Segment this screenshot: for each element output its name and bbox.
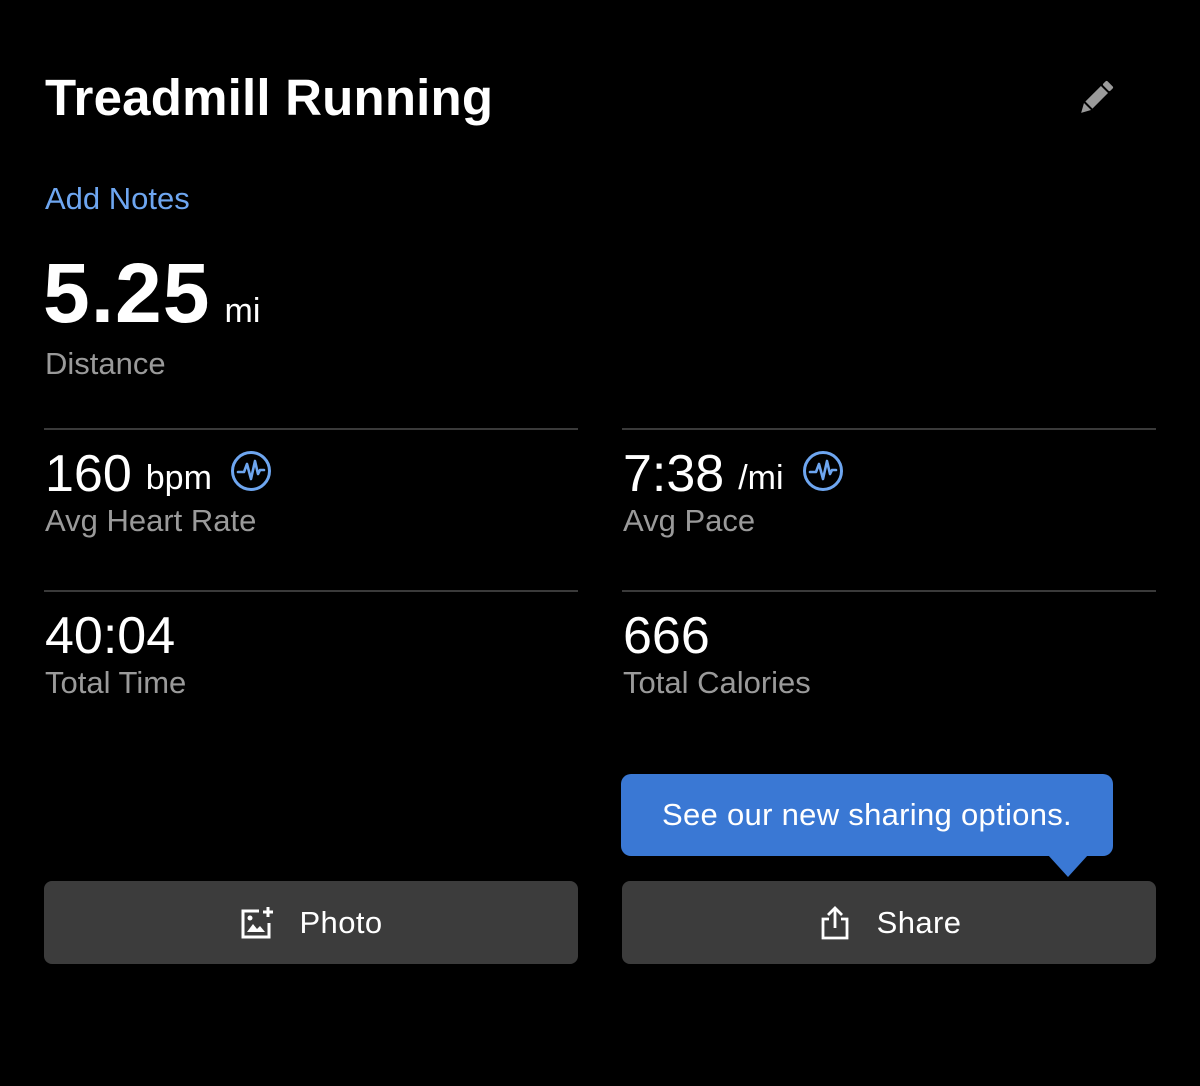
avg-heart-rate-metric[interactable]: 160 bpm Avg Heart Rate	[45, 446, 272, 540]
share-button[interactable]: Share	[622, 881, 1156, 964]
pace-label: Avg Pace	[623, 503, 756, 538]
avg-pace-metric[interactable]: 7:38 /mi Avg Pace	[623, 446, 844, 540]
heart-rate-icon[interactable]	[802, 450, 844, 492]
sharing-tooltip[interactable]: See our new sharing options.	[621, 774, 1113, 856]
divider	[44, 428, 578, 430]
total-time-label: Total Time	[45, 665, 187, 700]
add-photo-icon	[241, 906, 274, 938]
pace-unit: /mi	[738, 459, 784, 497]
total-calories-value: 666	[623, 607, 710, 665]
pace-value: 7:38	[623, 445, 725, 503]
total-calories-metric: 666 Total Calories	[623, 608, 811, 702]
distance-number: 5.25	[43, 246, 211, 340]
divider	[622, 428, 1156, 430]
edit-button[interactable]	[1072, 74, 1120, 122]
heart-rate-unit: bpm	[145, 459, 212, 497]
photo-button-label: Photo	[299, 904, 383, 940]
distance-label: Distance	[45, 346, 166, 381]
divider	[622, 590, 1156, 592]
heart-rate-icon[interactable]	[230, 450, 272, 492]
heart-rate-value: 160	[45, 445, 132, 503]
heart-rate-label: Avg Heart Rate	[45, 503, 257, 538]
share-icon	[821, 905, 849, 939]
total-time-value: 40:04	[45, 607, 176, 665]
distance-unit: mi	[224, 292, 261, 330]
total-calories-label: Total Calories	[623, 665, 811, 700]
photo-button[interactable]: Photo	[44, 881, 578, 964]
total-time-metric: 40:04 Total Time	[45, 608, 186, 702]
tooltip-arrow	[1048, 855, 1088, 877]
pencil-icon	[1081, 80, 1114, 113]
add-notes-link[interactable]: Add Notes	[45, 180, 190, 218]
page-title: Treadmill Running	[45, 69, 494, 126]
share-button-label: Share	[876, 904, 962, 940]
divider	[44, 590, 578, 592]
